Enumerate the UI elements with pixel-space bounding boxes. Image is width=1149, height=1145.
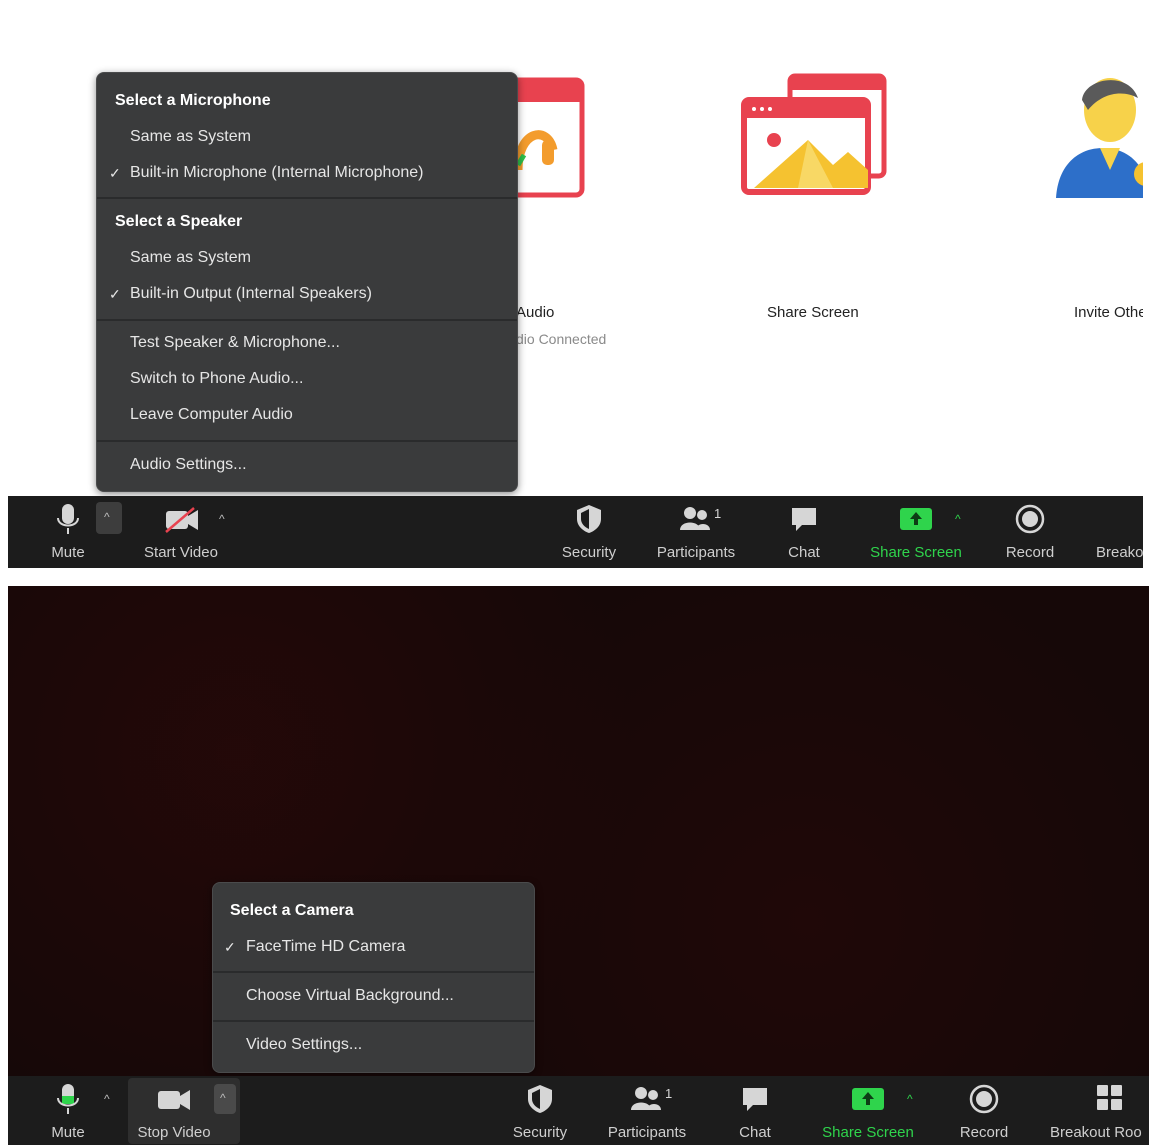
participants-count: 1 <box>665 1086 673 1101</box>
chevron-up-icon: ^ <box>220 1091 226 1105</box>
mic-option-same-as-system[interactable]: Same as System <box>130 128 251 146</box>
video-camera-icon <box>158 1090 190 1110</box>
camera-option-facetime[interactable]: FaceTime HD Camera <box>246 938 405 956</box>
mute-button[interactable]: Mute <box>38 1082 98 1142</box>
security-label: Security <box>512 1124 568 1141</box>
share-screen-tile-label: Share Screen <box>767 304 859 321</box>
audio-menu: Select a Microphone Same as System ✓ Bui… <box>96 72 518 492</box>
mic-option-builtin[interactable]: Built-in Microphone (Internal Microphone… <box>130 164 423 182</box>
invite-tile[interactable]: Invite Othe <box>1048 70 1143 321</box>
share-screen-arrow-icon <box>900 508 932 530</box>
check-icon: ✓ <box>109 286 121 302</box>
audio-tile-label: Audio <box>516 304 555 321</box>
microphone-icon <box>57 504 79 534</box>
invite-person-icon <box>1056 78 1143 198</box>
participants-count: 1 <box>714 506 722 521</box>
breakout-rooms-button[interactable]: Breako <box>1090 502 1143 562</box>
security-button[interactable]: Security <box>554 502 624 562</box>
participants-button[interactable]: 1 Participants <box>648 502 744 562</box>
video-options-caret[interactable]: ^ <box>219 512 225 526</box>
meeting-toolbar: Mute ^ Start Video ^ Security 1 Particip… <box>8 496 1143 568</box>
mute-label: Mute <box>51 1124 85 1141</box>
share-screen-label: Share Screen <box>870 544 962 561</box>
participants-button[interactable]: 1 Participants <box>599 1082 695 1142</box>
record-button[interactable]: Record <box>950 1082 1018 1142</box>
chat-button[interactable]: Chat <box>774 502 834 562</box>
chat-bubble-icon <box>743 1088 767 1111</box>
stop-video-label: Stop Video <box>137 1124 211 1141</box>
participants-label: Participants <box>656 544 736 561</box>
chevron-up-icon: ^ <box>104 510 110 524</box>
share-options-caret[interactable]: ^ <box>955 512 961 526</box>
record-button[interactable]: Record <box>996 502 1064 562</box>
share-screen-icon <box>741 73 887 195</box>
select-camera-header: Select a Camera <box>230 902 354 919</box>
share-options-caret[interactable]: ^ <box>907 1092 913 1106</box>
menu-divider <box>97 319 517 321</box>
security-label: Security <box>561 544 617 561</box>
participants-icon <box>631 1087 661 1110</box>
breakout-rooms-button[interactable]: Breakout Roo <box>1048 1082 1149 1142</box>
record-label: Record <box>959 1124 1009 1141</box>
menu-divider <box>97 440 517 442</box>
video-options-caret-button[interactable]: ^ <box>214 1084 236 1114</box>
switch-to-phone-audio-item[interactable]: Switch to Phone Audio... <box>130 370 303 388</box>
select-speaker-header: Select a Speaker <box>115 213 243 230</box>
record-icon <box>1015 504 1045 534</box>
mute-button[interactable]: Mute <box>38 502 98 562</box>
participants-label: Participants <box>607 1124 687 1141</box>
participants-icon <box>680 507 710 530</box>
speaker-option-same-as-system[interactable]: Same as System <box>130 249 251 267</box>
mute-label: Mute <box>51 544 85 561</box>
microphone-icon <box>57 1084 79 1114</box>
audio-settings-item[interactable]: Audio Settings... <box>130 456 247 474</box>
camera-menu-screenshot: Select a Camera ✓ FaceTime HD Camera Cho… <box>8 586 1149 1145</box>
chat-button[interactable]: Chat <box>725 1082 785 1142</box>
breakout-rooms-label: Breako <box>1096 544 1143 561</box>
share-screen-button[interactable]: Share Screen <box>816 1082 920 1142</box>
camera-menu: Select a Camera ✓ FaceTime HD Camera Cho… <box>212 882 535 1073</box>
test-speaker-mic-item[interactable]: Test Speaker & Microphone... <box>130 334 340 352</box>
start-video-button[interactable]: Start Video <box>136 502 226 562</box>
menu-divider <box>213 1020 534 1022</box>
security-button[interactable]: Security <box>505 1082 575 1142</box>
share-screen-button[interactable]: Share Screen <box>864 502 968 562</box>
select-microphone-header: Select a Microphone <box>115 92 271 109</box>
audio-menu-screenshot: Audio dio Connected Share Screen Invite … <box>8 0 1143 568</box>
leave-computer-audio-item[interactable]: Leave Computer Audio <box>130 406 293 424</box>
record-icon <box>969 1084 999 1114</box>
breakout-rooms-icon <box>1097 1085 1122 1110</box>
chat-label: Chat <box>739 1124 771 1141</box>
audio-options-caret[interactable]: ^ <box>104 1092 110 1106</box>
audio-options-caret-button[interactable]: ^ <box>96 502 122 534</box>
share-screen-label: Share Screen <box>822 1124 914 1141</box>
start-video-label: Start Video <box>144 544 218 561</box>
menu-divider <box>213 971 534 973</box>
chat-label: Chat <box>788 544 820 561</box>
video-settings-item[interactable]: Video Settings... <box>246 1036 362 1054</box>
speaker-option-builtin[interactable]: Built-in Output (Internal Speakers) <box>130 285 372 303</box>
choose-virtual-background-item[interactable]: Choose Virtual Background... <box>246 987 454 1005</box>
share-screen-tile[interactable]: Share Screen <box>738 70 898 321</box>
check-icon: ✓ <box>109 165 121 181</box>
shield-icon <box>577 505 601 533</box>
stop-video-button[interactable]: Stop Video <box>132 1082 216 1142</box>
share-screen-arrow-icon <box>852 1088 884 1110</box>
record-label: Record <box>1005 544 1055 561</box>
chat-bubble-icon <box>792 508 816 531</box>
check-icon: ✓ <box>224 939 236 955</box>
invite-tile-label: Invite Othe <box>1074 304 1143 321</box>
shield-icon <box>528 1085 552 1113</box>
meeting-toolbar: Mute ^ Stop Video ^ Security 1 Participa… <box>8 1076 1149 1145</box>
menu-divider <box>97 197 517 199</box>
video-off-icon <box>165 507 198 533</box>
breakout-rooms-label: Breakout Roo <box>1050 1124 1142 1141</box>
audio-tile-status: dio Connected <box>516 331 607 347</box>
